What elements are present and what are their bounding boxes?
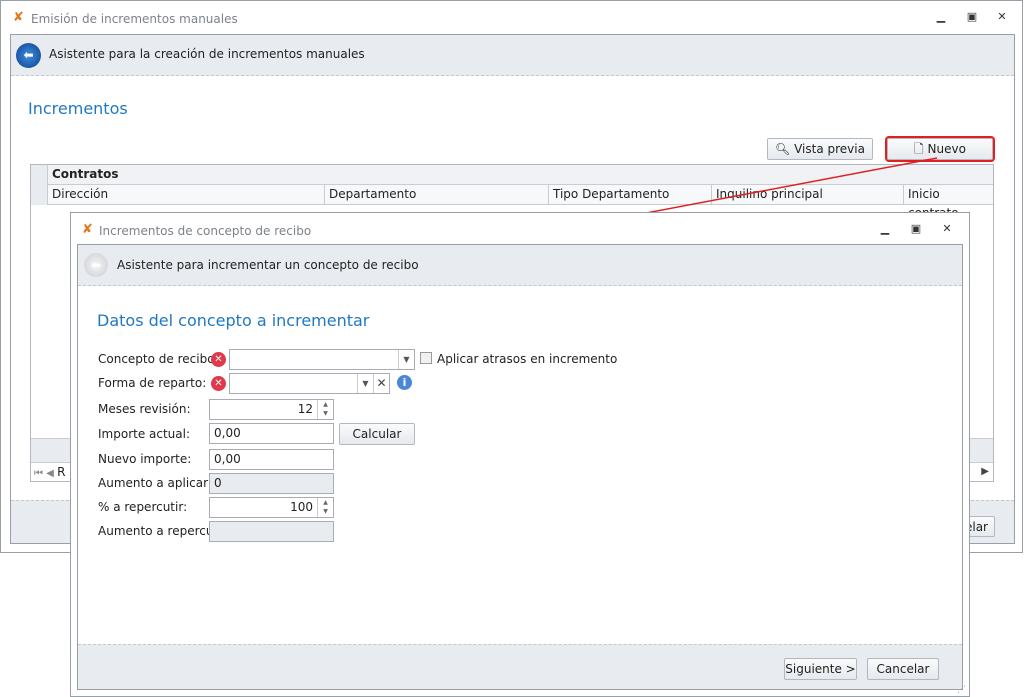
porcentaje-label: % a repercutir:: [98, 500, 188, 514]
wizard-header: ⬅ Asistente para incrementar un concepto…: [78, 245, 962, 286]
meses-stepper[interactable]: 12 ▲ ▼: [209, 399, 334, 420]
section-title: Datos del concepto a incrementar: [97, 311, 370, 330]
info-icon[interactable]: i: [397, 375, 412, 390]
dialog-window: ✘ Incrementos de concepto de recibo ▁ ▣ …: [70, 212, 970, 697]
chevron-down-icon[interactable]: ▼: [357, 374, 373, 393]
error-icon: ✕: [211, 376, 226, 391]
importe-input[interactable]: 0,00: [209, 423, 334, 444]
aumento-input: 0: [209, 473, 334, 494]
minimize-button[interactable]: ▁: [875, 222, 895, 235]
importe-label: Importe actual:: [98, 427, 191, 441]
nuevo-input[interactable]: 0,00: [209, 449, 334, 470]
next-button[interactable]: Siguiente >: [784, 658, 857, 680]
meses-label: Meses revisión:: [98, 402, 191, 416]
chevron-down-icon[interactable]: ▼: [398, 350, 414, 369]
clear-icon[interactable]: ✕: [373, 374, 389, 393]
calcular-button[interactable]: Calcular: [339, 423, 415, 445]
nuevo-label: Nuevo importe:: [98, 452, 192, 466]
wizard-title: Asistente para incrementar un concepto d…: [117, 258, 419, 272]
close-button[interactable]: ✕: [937, 222, 957, 235]
maximize-button[interactable]: ▣: [906, 222, 926, 235]
resize-grip-icon[interactable]: ⋰: [957, 685, 966, 695]
dialog-title: Incrementos de concepto de recibo: [99, 224, 312, 238]
error-icon: ✕: [211, 352, 226, 367]
wizard-footer: Siguiente > Cancelar: [78, 644, 962, 689]
forma-select[interactable]: ▼ ✕: [229, 373, 390, 394]
aumento-rep-input: [209, 521, 334, 542]
back-icon[interactable]: ⬅: [84, 253, 108, 277]
concepto-select[interactable]: ▼: [229, 349, 415, 370]
aplicar-atrasos-label[interactable]: Aplicar atrasos en incremento: [437, 352, 617, 366]
aplicar-atrasos-checkbox[interactable]: [420, 352, 432, 364]
forma-label: Forma de reparto:: [98, 376, 207, 390]
app-icon: ✘: [82, 222, 93, 237]
porcentaje-stepper[interactable]: 100 ▲ ▼: [209, 497, 334, 518]
cancel-button[interactable]: Cancelar: [867, 658, 939, 680]
aumento-label: Aumento a aplicar:: [98, 476, 212, 490]
concepto-label: Concepto de recibo:: [98, 352, 219, 366]
